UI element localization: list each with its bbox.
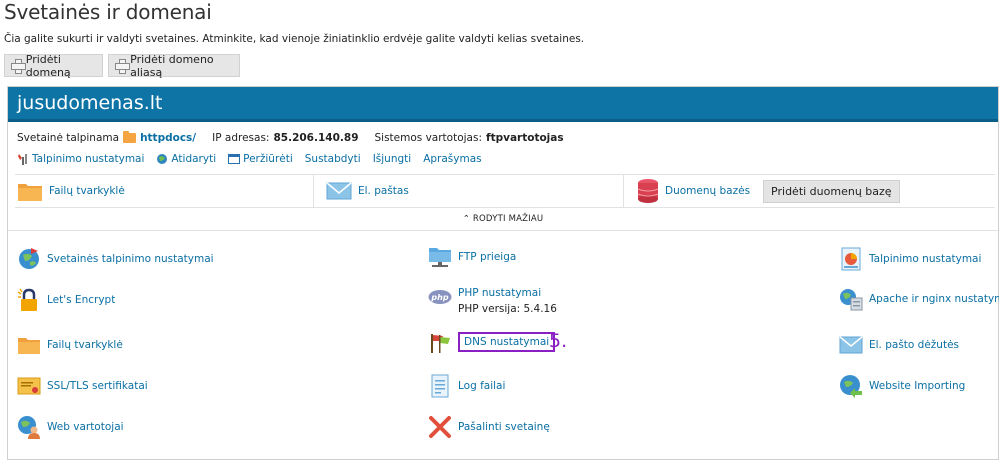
quick-access-bar: Failų tvarkyklė El. paštas Duomenų bazės… <box>15 174 995 208</box>
server-globe-icon <box>840 289 863 311</box>
description-label: Aprašymas <box>423 153 482 165</box>
svg-text:php: php <box>430 293 448 302</box>
hosting-label: Svetainė talpinama <box>17 132 120 144</box>
tool-web-users-label: Web vartotojai <box>47 421 124 433</box>
tool-dns-settings[interactable]: DNS nustatymai <box>428 330 556 354</box>
tool-website-importing[interactable]: Website Importing <box>839 374 965 398</box>
quick-databases-link[interactable]: Duomenų bazės <box>665 185 750 197</box>
certificate-icon <box>17 377 41 395</box>
folder-icon <box>18 338 40 354</box>
preview-link[interactable]: Peržiūrėti <box>228 153 293 165</box>
web-users-icon <box>18 416 40 439</box>
tools-icon <box>18 154 27 165</box>
php-version: PHP versija: 5.4.16 <box>458 303 557 315</box>
preview-label: Peržiūrėti <box>243 153 293 165</box>
flag-icon <box>431 334 450 353</box>
tool-site-hosting-settings[interactable]: Svetainės talpinimo nustatymai <box>17 247 214 271</box>
tool-mailboxes-label: El. pašto dėžutės <box>869 339 960 351</box>
quick-mail-label: El. paštas <box>358 185 409 197</box>
show-less-label: RODYTI MAŽIAU <box>472 214 544 224</box>
tool-ftp-access[interactable]: FTP prieiga <box>428 245 516 269</box>
globe-import-icon <box>840 375 862 398</box>
tool-hosting-settings-label: Talpinimo nustatymai <box>869 253 982 265</box>
tool-lets-encrypt-label: Let's Encrypt <box>47 294 116 306</box>
page-description: Čia galite sukurti ir valdyti svetaines.… <box>4 33 585 45</box>
hosting-settings-link[interactable]: Talpinimo nustatymai <box>17 153 144 165</box>
suspend-label: Sustabdyti <box>304 153 361 165</box>
add-domain-button[interactable]: Pridėti domeną <box>4 52 103 79</box>
quick-databases: Duomenų bazės Pridėti duomenų bazę <box>624 175 995 207</box>
page-title: Svetainės ir domenai <box>4 0 212 24</box>
tool-remove-site-label: Pašalinti svetainę <box>458 421 550 433</box>
database-icon <box>637 179 659 203</box>
tool-apache-nginx[interactable]: Apache ir nginx nustatymai <box>839 287 999 311</box>
tool-dns-settings-label: DNS nustatymai <box>458 332 556 352</box>
system-user-value: ftpvartotojas <box>486 132 564 144</box>
tool-file-manager[interactable]: Failų tvarkyklė <box>17 333 123 357</box>
folder-icon <box>18 184 42 201</box>
tool-apache-nginx-label: Apache ir nginx nustatymai <box>869 293 999 305</box>
open-link[interactable]: Atidaryti <box>156 153 216 165</box>
ip-value: 85.206.140.89 <box>273 132 359 144</box>
domain-info: Svetainė talpinama httpdocs/ IP adresas:… <box>17 131 564 144</box>
tool-website-importing-label: Website Importing <box>869 380 966 392</box>
tool-remove-site[interactable]: Pašalinti svetainę <box>428 415 550 439</box>
folder-icon <box>123 131 137 143</box>
step-annotation: 5. <box>549 330 568 352</box>
envelope-icon <box>326 182 352 200</box>
ip-label: IP adresas: <box>212 132 270 144</box>
quick-mail[interactable]: El. paštas <box>314 175 624 207</box>
tool-php-settings[interactable]: php PHP nustatymai PHP versija: 5.4.16 <box>428 287 557 315</box>
tool-log-files-label: Log failai <box>458 380 506 392</box>
envelope-icon <box>839 336 863 354</box>
domain-panel: jusudomenas.lt Svetainė talpinama httpdo… <box>7 86 999 460</box>
description-link[interactable]: Aprašymas <box>423 153 481 165</box>
add-alias-label: Pridėti domeno aliasą <box>130 52 214 79</box>
globe-settings-icon <box>19 248 39 269</box>
php-settings-text: PHP nustatymai PHP versija: 5.4.16 <box>458 287 557 315</box>
disable-link[interactable]: Išjungti <box>373 153 412 165</box>
hosting-path-link[interactable]: httpdocs/ <box>140 132 196 144</box>
suspend-link[interactable]: Sustabdyti <box>305 153 361 165</box>
add-database-button[interactable]: Pridėti duomenų bazę <box>763 179 900 203</box>
tool-log-files[interactable]: Log failai <box>428 374 505 398</box>
tool-ssl-certificates-label: SSL/TLS sertifikatai <box>47 380 148 392</box>
hosting-settings-label: Talpinimo nustatymai <box>32 153 145 165</box>
tool-ssl-certificates[interactable]: SSL/TLS sertifikatai <box>17 374 148 398</box>
plus-icon <box>115 59 131 74</box>
domain-name: jusudomenas.lt <box>8 87 998 122</box>
chevron-up-icon: ⌃ <box>462 214 471 224</box>
tool-hosting-settings[interactable]: Talpinimo nustatymai <box>839 247 981 271</box>
hosting-settings-icon <box>841 247 861 271</box>
preview-icon <box>228 154 241 164</box>
tool-web-users[interactable]: Web vartotojai <box>17 415 124 439</box>
disable-label: Išjungti <box>372 153 412 165</box>
tool-php-settings-label: PHP nustatymai <box>458 287 542 299</box>
show-less-toggle[interactable]: ⌃ RODYTI MAŽIAU <box>8 209 998 231</box>
php-icon: php <box>428 290 452 304</box>
tool-file-manager-label: Failų tvarkyklė <box>47 339 123 351</box>
domain-actions: Talpinimo nustatymai Atidaryti Peržiūrėt… <box>17 153 482 165</box>
tool-site-hosting-settings-label: Svetainės talpinimo nustatymai <box>47 253 214 265</box>
add-domain-alias-button[interactable]: Pridėti domeno aliasą <box>108 52 240 79</box>
padlock-icon <box>17 288 37 311</box>
open-label: Atidaryti <box>171 153 217 165</box>
tool-lets-encrypt[interactable]: Let's Encrypt <box>17 288 115 312</box>
add-domain-label: Pridėti domeną <box>25 52 71 79</box>
globe-open-icon <box>157 154 168 164</box>
remove-x-icon <box>429 416 451 438</box>
tool-mailboxes[interactable]: El. pašto dėžutės <box>839 333 959 357</box>
quick-file-manager-label: Failų tvarkyklė <box>49 185 125 197</box>
log-file-icon <box>431 374 449 398</box>
system-user-label: Sistemos vartotojas: <box>374 132 483 144</box>
tool-ftp-access-label: FTP prieiga <box>458 251 517 263</box>
quick-file-manager[interactable]: Failų tvarkyklė <box>15 175 314 207</box>
plus-icon <box>11 59 26 74</box>
ftp-folder-icon <box>429 248 451 267</box>
